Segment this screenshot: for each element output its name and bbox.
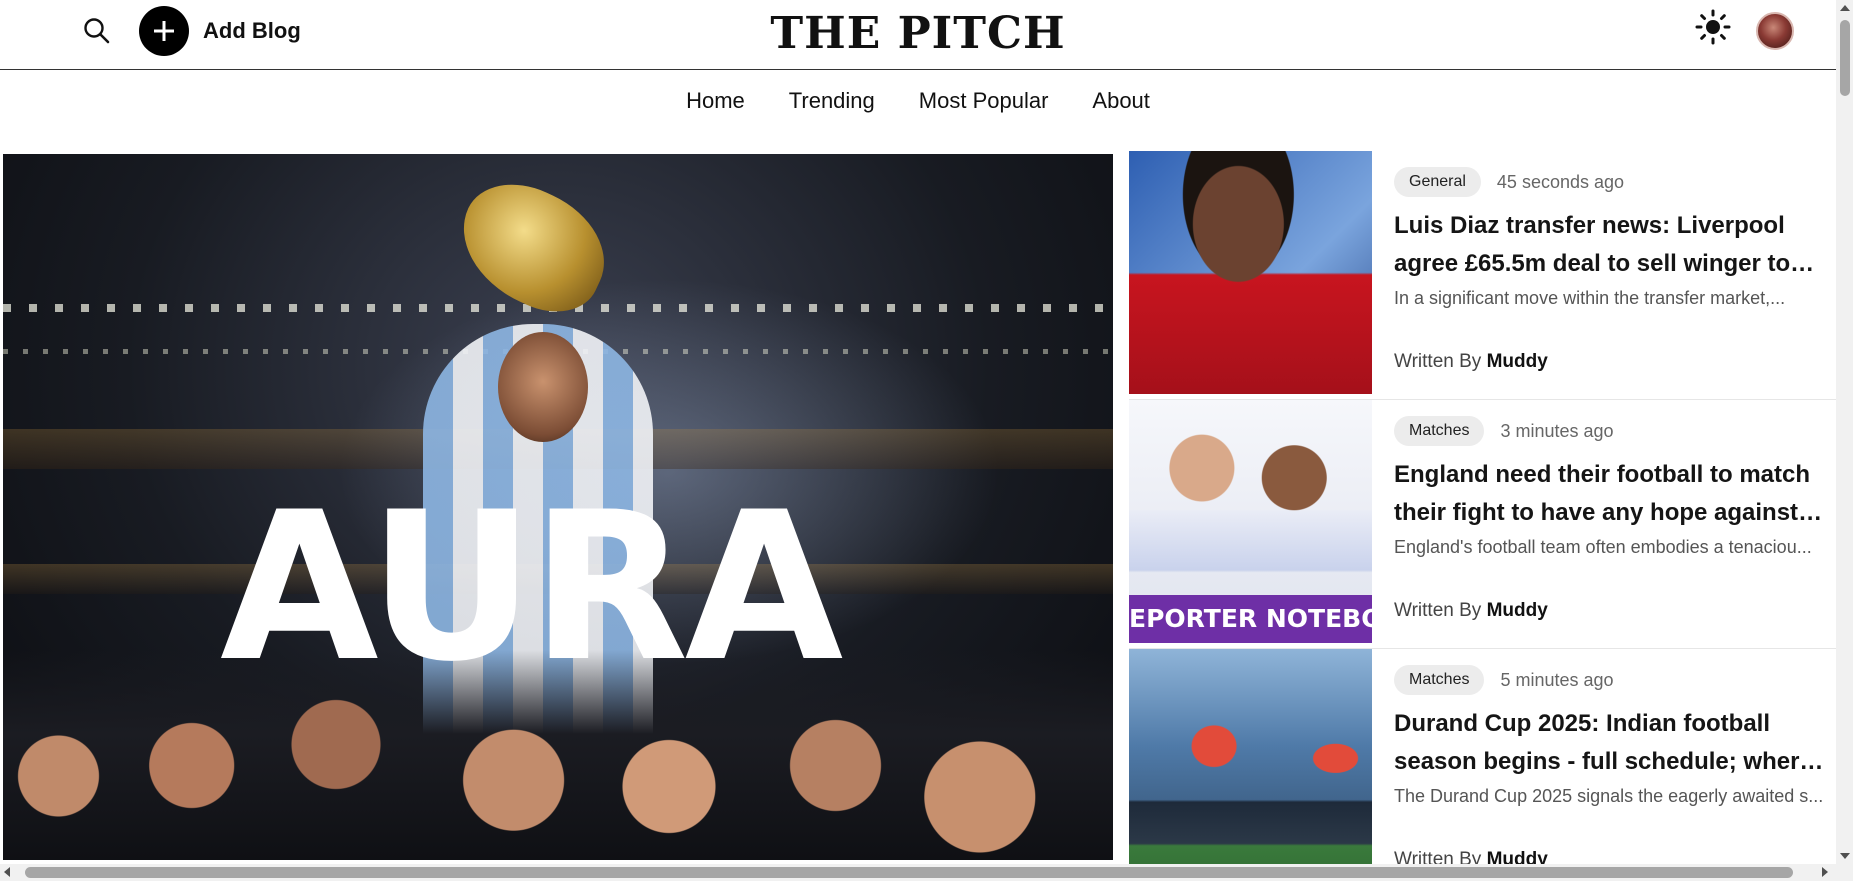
thumbnail-banner-text: EPORTER NOTEBOO — [1129, 595, 1372, 643]
scroll-left-icon[interactable] — [4, 867, 10, 877]
post-time: 3 minutes ago — [1500, 420, 1614, 441]
scroll-down-icon[interactable] — [1840, 853, 1850, 859]
category-badge[interactable]: Matches — [1394, 665, 1485, 695]
sun-icon[interactable] — [1695, 9, 1731, 45]
nav-item-home[interactable]: Home — [686, 88, 745, 114]
post-thumbnail[interactable] — [1129, 151, 1372, 394]
scroll-right-icon[interactable] — [1822, 867, 1828, 877]
post-meta: Matches 3 minutes ago — [1394, 416, 1614, 446]
player-head — [498, 332, 588, 442]
nav-item-most-popular[interactable]: Most Popular — [919, 88, 1049, 114]
post-title[interactable]: Luis Diaz transfer news: Liverpool agree… — [1394, 207, 1834, 283]
post-list: General 45 seconds ago Luis Diaz transfe… — [1129, 151, 1836, 881]
post-title[interactable]: Durand Cup 2025: Indian football season … — [1394, 705, 1834, 781]
horizontal-scroll-thumb[interactable] — [25, 867, 1793, 878]
post-card[interactable]: Matches 5 minutes ago Durand Cup 2025: I… — [1129, 649, 1836, 881]
scroll-up-icon[interactable] — [1840, 5, 1850, 11]
avatar[interactable] — [1756, 12, 1794, 50]
vertical-scrollbar[interactable] — [1836, 0, 1853, 864]
post-meta: Matches 5 minutes ago — [1394, 665, 1614, 695]
post-excerpt: In a significant move within the transfe… — [1394, 288, 1786, 308]
site-header: Add Blog THE PITCH — [0, 0, 1836, 70]
author-name[interactable]: Muddy — [1487, 351, 1548, 372]
post-body: Matches 3 minutes ago England need their… — [1394, 400, 1836, 643]
vertical-scroll-thumb[interactable] — [1840, 20, 1850, 96]
post-thumbnail[interactable]: EPORTER NOTEBOO — [1129, 400, 1372, 643]
hero-banner[interactable]: AURA — [3, 154, 1113, 860]
post-excerpt: England's football team often embodies a… — [1394, 537, 1812, 557]
post-time: 45 seconds ago — [1496, 171, 1625, 192]
horizontal-scrollbar[interactable] — [0, 864, 1853, 881]
post-meta: General 45 seconds ago — [1394, 167, 1624, 197]
post-card[interactable]: EPORTER NOTEBOO Matches 3 minutes ago En… — [1129, 400, 1836, 649]
nav-item-trending[interactable]: Trending — [789, 88, 875, 114]
main-nav: Home Trending Most Popular About — [0, 88, 1836, 114]
post-author: Written By Muddy — [1394, 351, 1548, 373]
nav-item-about[interactable]: About — [1092, 88, 1150, 114]
post-thumbnail[interactable] — [1129, 649, 1372, 881]
post-time: 5 minutes ago — [1500, 669, 1614, 690]
author-name[interactable]: Muddy — [1487, 600, 1548, 621]
post-body: Matches 5 minutes ago Durand Cup 2025: I… — [1394, 649, 1836, 881]
site-logo[interactable]: THE PITCH — [0, 8, 1836, 59]
post-title[interactable]: England need their football to match the… — [1394, 456, 1834, 532]
author-prefix: Written By — [1394, 600, 1482, 621]
post-card[interactable]: General 45 seconds ago Luis Diaz transfe… — [1129, 151, 1836, 400]
post-excerpt: The Durand Cup 2025 signals the eagerly … — [1394, 786, 1824, 806]
author-prefix: Written By — [1394, 351, 1482, 372]
post-body: General 45 seconds ago Luis Diaz transfe… — [1394, 151, 1836, 394]
category-badge[interactable]: General — [1394, 167, 1481, 197]
category-badge[interactable]: Matches — [1394, 416, 1485, 446]
hero-title: AURA — [220, 469, 843, 707]
post-author: Written By Muddy — [1394, 600, 1548, 622]
